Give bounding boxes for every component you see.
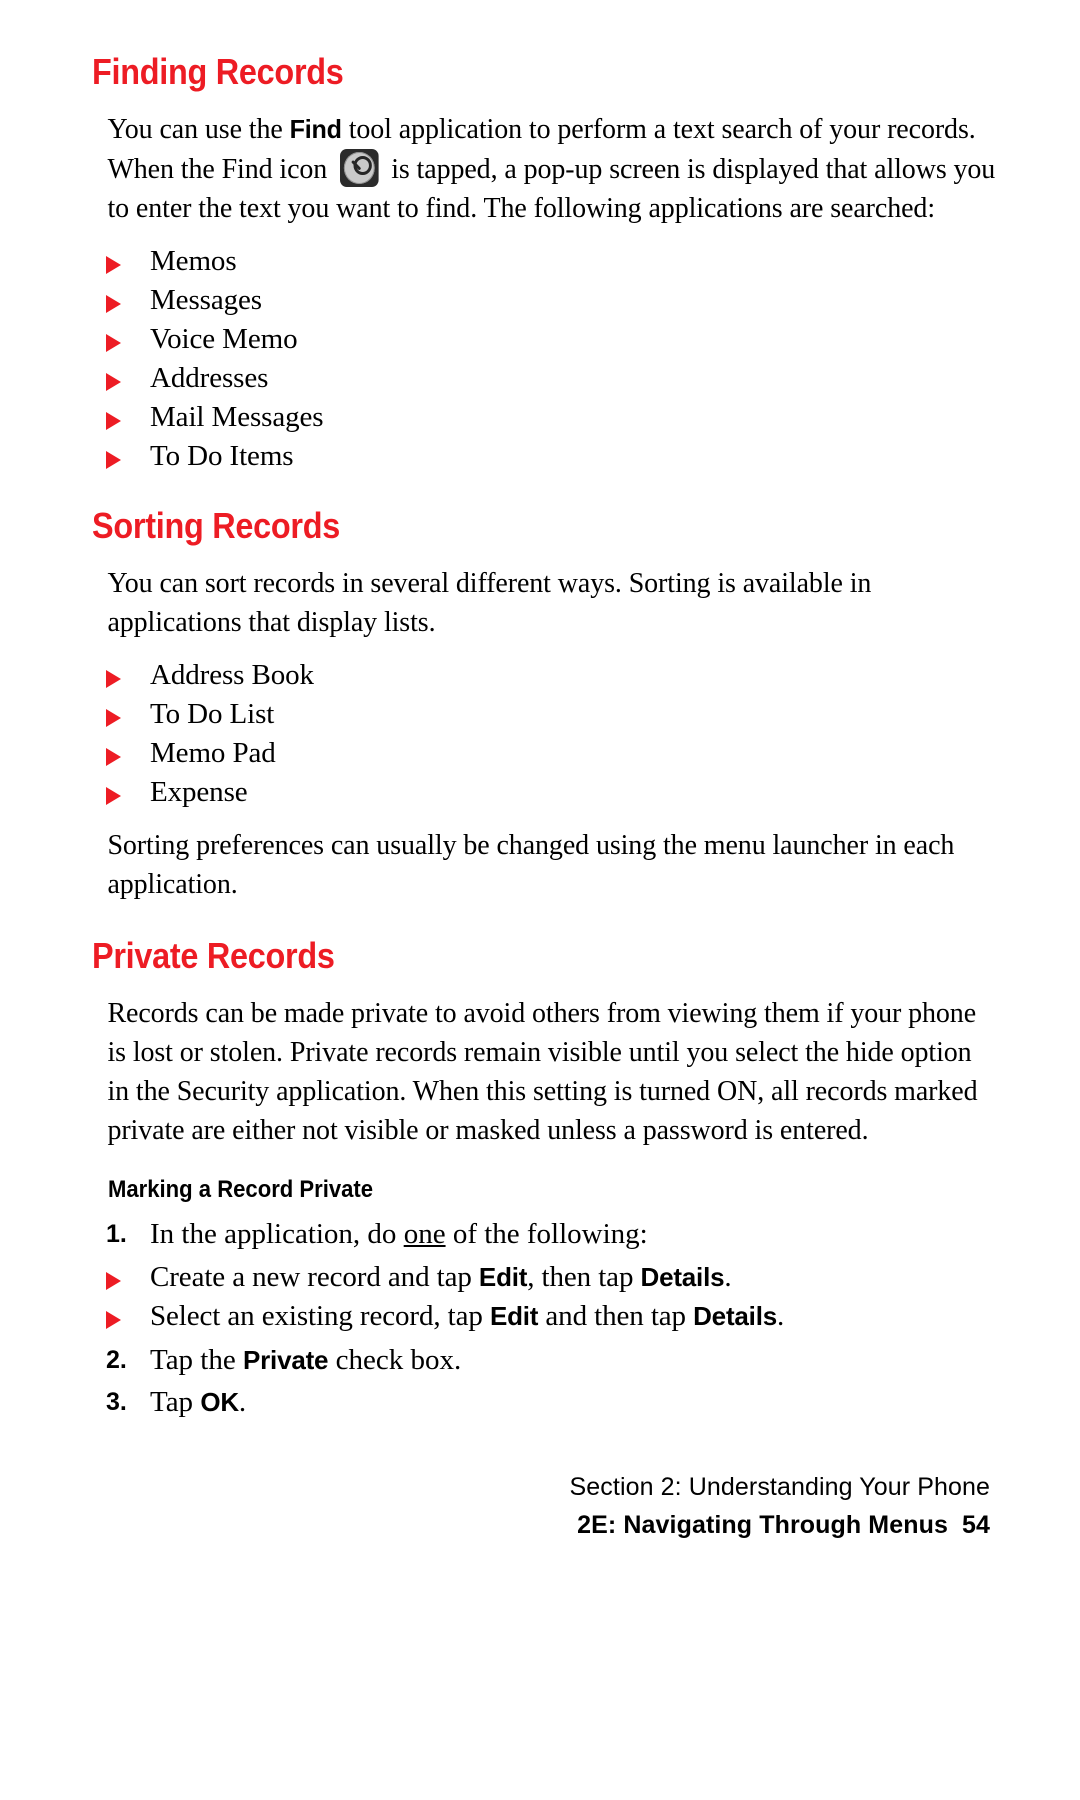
list-item-label: Expense bbox=[150, 776, 248, 808]
step-item-1: 1. In the application, do one of the foll… bbox=[92, 1214, 990, 1254]
term-ok: OK bbox=[200, 1387, 239, 1417]
list-item-label: Mail Messages bbox=[150, 401, 324, 433]
footer-chapter-line: 2E: Navigating Through Menus 54 bbox=[0, 1508, 990, 1542]
list-item: Expense bbox=[92, 773, 990, 812]
paragraph-sorting-intro: You can sort records in several differen… bbox=[107, 567, 872, 638]
list-marking-steps-continued: 2. Tap the Private check box. 3. Tap OK. bbox=[92, 1340, 990, 1422]
list-item: Mail Messages bbox=[92, 398, 990, 437]
page-footer: Section 2: Understanding Your Phone 2E: … bbox=[0, 1470, 990, 1542]
step-item-2: 2. Tap the Private check box. bbox=[92, 1340, 990, 1380]
term-edit: Edit bbox=[489, 1301, 539, 1331]
find-icon bbox=[339, 149, 379, 187]
step-number: 3. bbox=[106, 1388, 127, 1416]
subheading-marking-a-record-private: Marking a Record Private bbox=[108, 1176, 374, 1203]
list-item: Select an existing record, tap Edit and … bbox=[92, 1297, 990, 1336]
list-item-label: Voice Memo bbox=[150, 323, 298, 355]
finding-intro-part1: You can use the bbox=[107, 113, 290, 145]
triangle-bullet-icon bbox=[106, 295, 121, 313]
step-text-pre: In the application, do bbox=[150, 1218, 404, 1250]
list-marking-options: Create a new record and tap Edit, then t… bbox=[92, 1258, 990, 1336]
list-searched-applications: Memos Messages Voice Memo Addresses Mail… bbox=[92, 242, 990, 476]
triangle-bullet-icon bbox=[106, 670, 121, 688]
list-item: Address Book bbox=[92, 656, 990, 695]
heading-finding-records: Finding Records bbox=[92, 51, 344, 92]
triangle-bullet-icon bbox=[106, 373, 121, 391]
list-item: Memos bbox=[92, 242, 990, 281]
triangle-bullet-icon bbox=[106, 334, 121, 352]
list-item: Messages bbox=[92, 281, 990, 320]
term-find: Find bbox=[289, 114, 342, 144]
option-part3: . bbox=[776, 1300, 785, 1332]
list-item-label: Memos bbox=[150, 245, 237, 277]
triangle-bullet-icon bbox=[106, 1272, 121, 1290]
paragraph-private-intro: Records can be made private to avoid oth… bbox=[107, 997, 978, 1146]
option-part2: , then tap bbox=[527, 1261, 641, 1293]
option-part3: . bbox=[724, 1261, 732, 1293]
step-number: 1. bbox=[106, 1220, 127, 1248]
step-text-post: of the following: bbox=[445, 1218, 648, 1250]
paragraph-sorting-outro: Sorting preferences can usually be chang… bbox=[107, 829, 955, 900]
list-item-label: Messages bbox=[150, 284, 262, 316]
option-part2: and then tap bbox=[538, 1300, 694, 1332]
paragraph-finding-intro: You can use the Find tool application to… bbox=[92, 110, 1000, 228]
option-part1: Create a new record and tap bbox=[150, 1261, 479, 1293]
step-text-pre: Tap bbox=[150, 1386, 201, 1418]
triangle-bullet-icon bbox=[106, 412, 121, 430]
list-item: Create a new record and tap Edit, then t… bbox=[92, 1258, 990, 1297]
list-item-label: To Do Items bbox=[150, 440, 294, 472]
triangle-bullet-icon bbox=[106, 451, 121, 469]
list-item-label: Memo Pad bbox=[150, 737, 276, 769]
list-item-label: Addresses bbox=[150, 362, 269, 394]
list-item-label: Address Book bbox=[150, 659, 314, 691]
step-number: 2. bbox=[106, 1346, 127, 1374]
list-sortable-applications: Address Book To Do List Memo Pad Expense bbox=[92, 656, 990, 812]
heading-private-records: Private Records bbox=[92, 935, 335, 976]
term-private: Private bbox=[243, 1345, 329, 1375]
footer-section-label: Section 2: Understanding Your Phone bbox=[569, 1473, 990, 1501]
heading-sorting-records: Sorting Records bbox=[92, 505, 340, 546]
step-text-post: . bbox=[238, 1386, 247, 1418]
option-part1: Select an existing record, tap bbox=[150, 1300, 490, 1332]
triangle-bullet-icon bbox=[106, 709, 121, 727]
triangle-bullet-icon bbox=[106, 1311, 121, 1329]
list-item: To Do Items bbox=[92, 437, 990, 476]
list-marking-steps: 1. In the application, do one of the foll… bbox=[92, 1214, 990, 1254]
step-text-pre: Tap the bbox=[150, 1344, 243, 1376]
list-item: To Do List bbox=[92, 695, 990, 734]
triangle-bullet-icon bbox=[106, 256, 121, 274]
triangle-bullet-icon bbox=[106, 748, 121, 766]
term-details: Details bbox=[693, 1301, 777, 1331]
footer-page-number: 54 bbox=[961, 1511, 990, 1539]
term-edit: Edit bbox=[478, 1262, 528, 1292]
step-item-3: 3. Tap OK. bbox=[92, 1382, 990, 1422]
list-item: Memo Pad bbox=[92, 734, 990, 773]
term-details: Details bbox=[640, 1262, 725, 1292]
triangle-bullet-icon bbox=[106, 787, 121, 805]
list-item: Addresses bbox=[92, 359, 990, 398]
list-item-label: To Do List bbox=[150, 698, 275, 730]
document-page: Finding Records You can use the Find too… bbox=[0, 0, 1080, 1800]
step-text-post: check box. bbox=[328, 1344, 462, 1376]
step-text-underlined: one bbox=[403, 1218, 446, 1250]
list-item: Voice Memo bbox=[92, 320, 990, 359]
footer-chapter-label: 2E: Navigating Through Menus bbox=[577, 1511, 948, 1539]
